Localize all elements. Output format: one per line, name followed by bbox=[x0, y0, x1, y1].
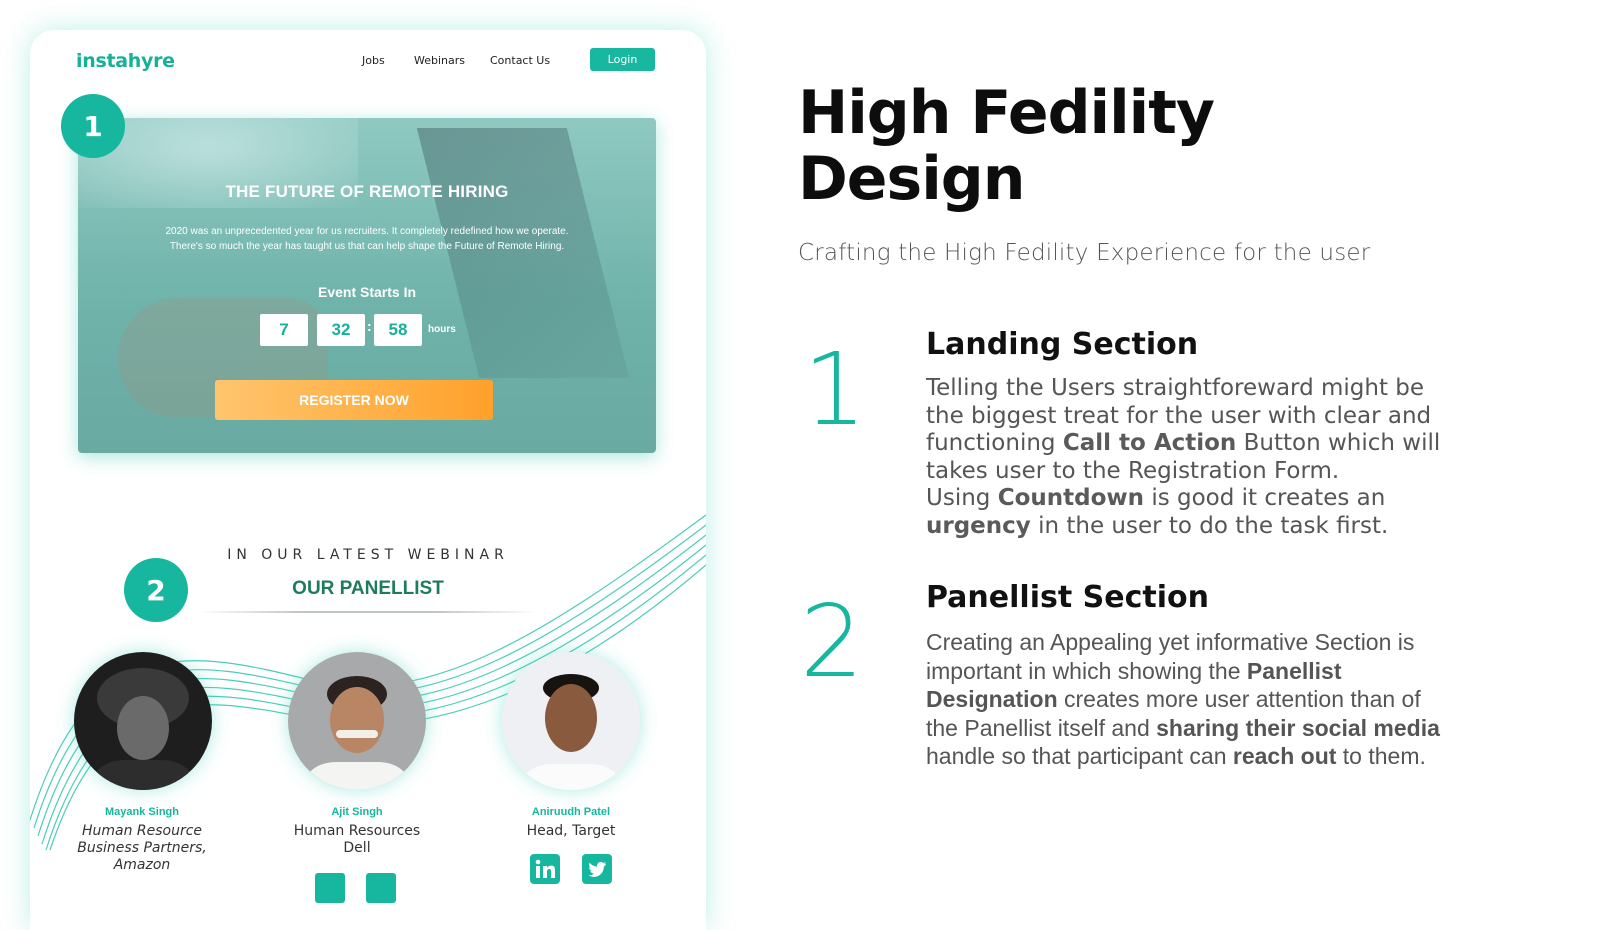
body-line: the Panellist itself and sharing their s… bbox=[926, 714, 1440, 741]
hero-banner: THE FUTURE OF REMOTE HIRING 2020 was an … bbox=[78, 118, 656, 453]
section-number: 2 bbox=[800, 583, 864, 700]
body-line: Using Countdown is good it creates an bbox=[926, 485, 1386, 511]
body-line: handle so that participant can reach out… bbox=[926, 743, 1426, 769]
body-line: Telling the Users straightforeward might… bbox=[926, 375, 1425, 401]
website-mockup: instahyre Jobs Webinars Contact Us Login… bbox=[30, 30, 706, 930]
emphasis: reach out bbox=[1232, 743, 1337, 769]
login-button[interactable]: Login bbox=[590, 48, 655, 71]
page-subtitle: Crafting the High Fedility Experience fo… bbox=[798, 240, 1371, 266]
panel-kicker: IN OUR LATEST WEBINAR bbox=[227, 547, 509, 563]
emphasis: Countdown bbox=[997, 485, 1145, 511]
hero-title: THE FUTURE OF REMOTE HIRING bbox=[225, 182, 509, 201]
event-starts-label: Event Starts In bbox=[317, 284, 417, 300]
section-body: Creating an Appealing yet informative Se… bbox=[926, 628, 1466, 771]
emphasis: Panellist bbox=[1246, 657, 1342, 684]
panellist-name: Aniruudh Patel bbox=[531, 806, 611, 818]
panel-title-divider bbox=[198, 611, 538, 613]
panellist-role: Head, Target bbox=[526, 823, 616, 839]
nav-jobs-link[interactable]: Jobs bbox=[362, 54, 385, 67]
emphasis: Designation bbox=[926, 686, 1058, 712]
headline-line: High Fedility bbox=[798, 78, 1215, 148]
step-badge-1: 1 bbox=[61, 94, 125, 158]
body-line: takes user to the Registration Form. bbox=[926, 457, 1340, 484]
body-line: functioning Call to Action Button which … bbox=[926, 430, 1441, 456]
headline-line: Design bbox=[798, 144, 1025, 214]
emphasis: Call to Action bbox=[1062, 430, 1237, 456]
body-line: urgency in the user to do the task first… bbox=[926, 512, 1389, 539]
body-line: the biggest treat for the user with clea… bbox=[926, 402, 1432, 429]
countdown-hours: 7 bbox=[260, 314, 308, 346]
linkedin-icon[interactable] bbox=[530, 854, 560, 884]
panellist-role: Human Resources bbox=[293, 823, 421, 839]
body-line: Creating an Appealing yet informative Se… bbox=[926, 629, 1415, 655]
panellist-company: Amazon bbox=[113, 857, 171, 873]
emphasis: sharing their social media bbox=[1156, 714, 1440, 741]
panellist-avatar bbox=[288, 652, 426, 790]
panellist-role: Human Resource bbox=[81, 823, 203, 839]
panellist-role: Business Partners, bbox=[77, 840, 207, 856]
step-badge-2: 2 bbox=[124, 558, 188, 622]
page-headline: High Fedility Design bbox=[798, 78, 1215, 214]
twitter-icon[interactable] bbox=[366, 873, 396, 903]
panellist-name: Ajit Singh bbox=[331, 806, 383, 818]
section-title: Panellist Section bbox=[926, 580, 1209, 615]
panellist-avatar bbox=[502, 652, 640, 790]
section-title: Landing Section bbox=[926, 327, 1199, 362]
emphasis: urgency bbox=[926, 512, 1031, 539]
section-body: Telling the Users straightforeward might… bbox=[926, 375, 1486, 540]
hero-description: 2020 was an unprecedented year for us re… bbox=[165, 226, 569, 252]
linkedin-icon[interactable] bbox=[315, 873, 345, 903]
nav-webinars-link[interactable]: Webinars bbox=[414, 54, 465, 67]
countdown-unit: hours bbox=[428, 324, 456, 335]
twitter-icon[interactable] bbox=[582, 854, 612, 884]
instahyre-logo[interactable]: instahyre bbox=[76, 50, 175, 72]
countdown-seconds: 58 bbox=[374, 314, 422, 346]
panellist-avatar bbox=[74, 652, 212, 790]
section-number: 1 bbox=[803, 331, 867, 448]
register-now-button[interactable]: REGISTER NOW bbox=[215, 380, 493, 420]
body-line: important in which showing the Panellist bbox=[926, 657, 1342, 684]
countdown-separator: : bbox=[367, 318, 372, 334]
nav-contact-link[interactable]: Contact Us bbox=[490, 54, 550, 67]
body-line: Designation creates more user attention … bbox=[926, 686, 1421, 712]
panellist-name: Mayank Singh bbox=[105, 806, 179, 818]
countdown-minutes: 32 bbox=[317, 314, 365, 346]
panellist-company: Dell bbox=[343, 840, 371, 856]
